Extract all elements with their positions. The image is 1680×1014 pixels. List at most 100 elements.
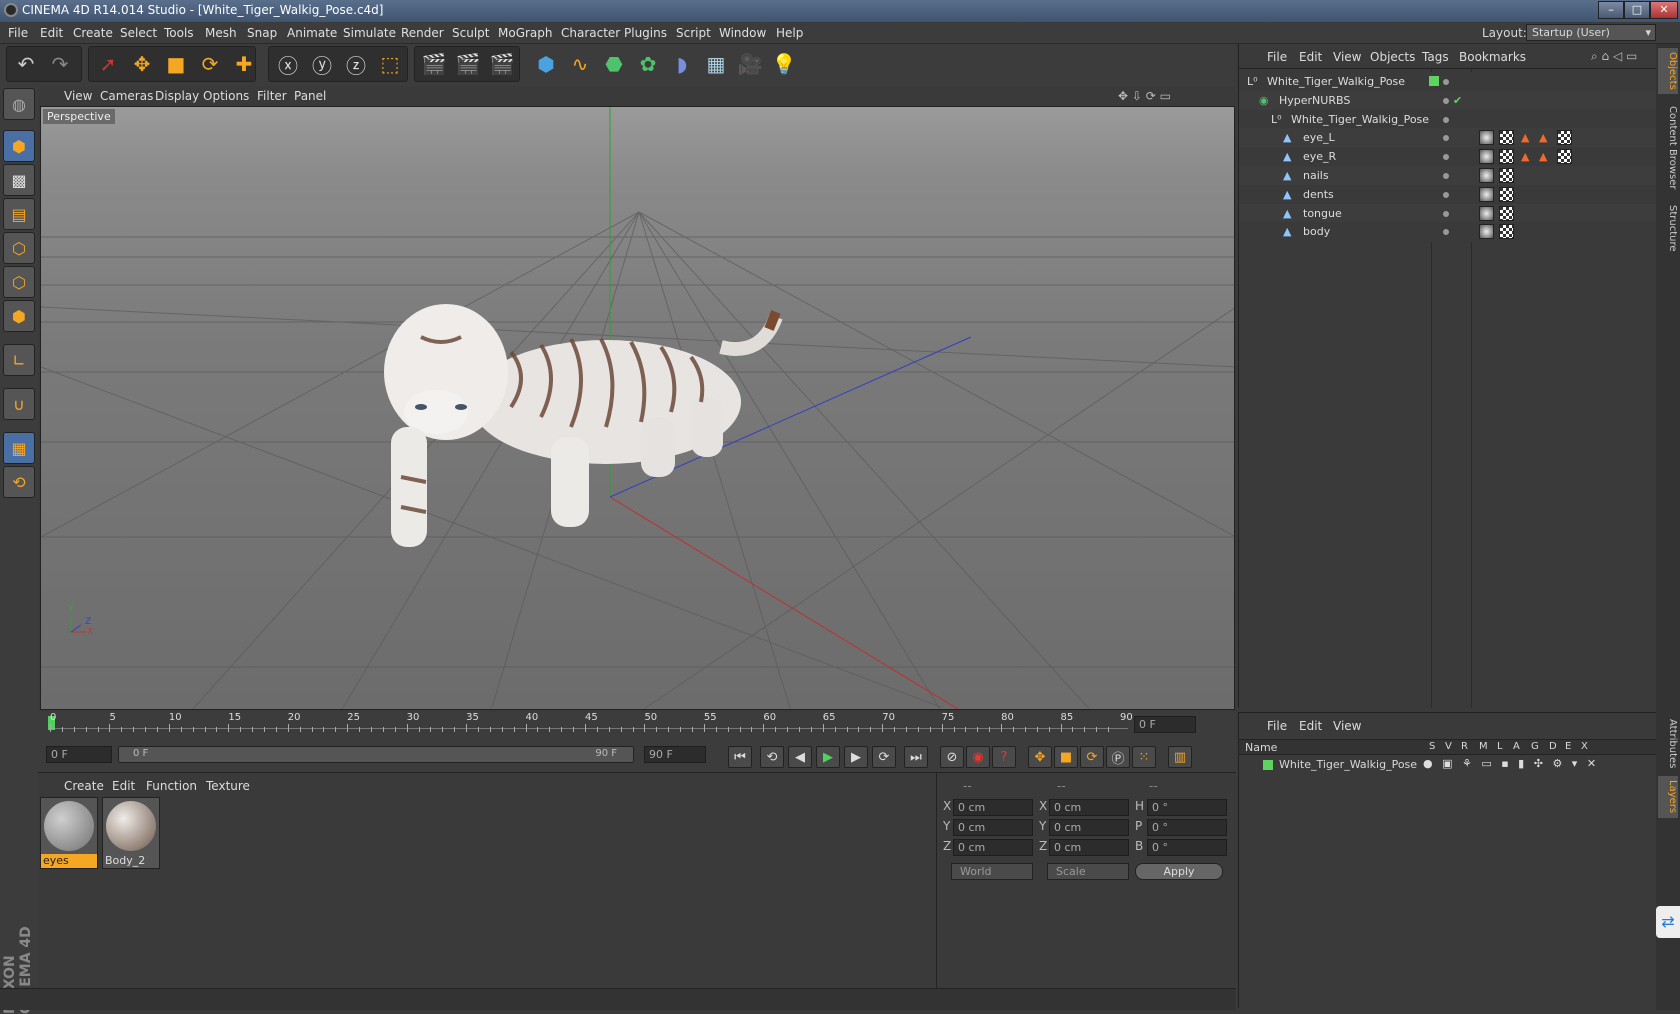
visibility-dot[interactable] <box>1443 173 1449 179</box>
object-menu-tags[interactable]: Tags <box>1422 50 1449 64</box>
record-keys-icon[interactable]: ⊘ <box>940 746 964 768</box>
apply-button[interactable]: Apply <box>1135 863 1223 880</box>
object-row[interactable]: ▲ dents <box>1239 184 1657 205</box>
menu-tools[interactable]: Tools <box>164 26 194 40</box>
menu-snap[interactable]: Snap <box>247 26 277 40</box>
layer-row[interactable]: White_Tiger_Walkig_Pose ● ▣ ⚘ ▭ ▪ ▮ ✣ ⚙ … <box>1239 757 1657 773</box>
layer-menu-edit[interactable]: Edit <box>1299 719 1322 733</box>
visibility-dot[interactable] <box>1443 135 1449 142</box>
visibility-dot[interactable] <box>1443 116 1449 123</box>
material-menu-create[interactable]: Create <box>64 779 104 793</box>
key-pla-icon[interactable]: ⁙ <box>1132 746 1156 768</box>
recent-tool-icon[interactable]: ✚ <box>228 48 260 80</box>
key-position-icon[interactable]: ✥ <box>1028 746 1052 768</box>
menu-mesh[interactable]: Mesh <box>205 26 237 40</box>
texture-tag-icon[interactable] <box>1479 168 1494 183</box>
texture-tag-icon[interactable] <box>1479 205 1494 221</box>
position-z-field[interactable]: 0 cm <box>953 839 1033 856</box>
layer-menu-file[interactable]: File <box>1267 719 1287 733</box>
object-row[interactable]: ▲ tongue <box>1239 203 1657 224</box>
menu-simulate[interactable]: Simulate <box>343 26 396 40</box>
position-x-field[interactable]: 0 cm <box>953 799 1033 816</box>
move-icon[interactable]: ✥ <box>126 48 158 80</box>
object-row[interactable]: ▲ body <box>1239 222 1657 243</box>
scale-icon[interactable]: ■ <box>160 48 192 80</box>
z-axis-lock-icon[interactable]: ⓩ <box>340 48 372 80</box>
menu-animate[interactable]: Animate <box>287 26 337 40</box>
object-menu-bookmarks[interactable]: Bookmarks <box>1459 50 1526 64</box>
menu-sculpt[interactable]: Sculpt <box>452 26 489 40</box>
coordinate-system-icon[interactable]: ⬚ <box>374 48 406 80</box>
size-z-field[interactable]: 0 cm <box>1049 839 1129 856</box>
object-row[interactable]: ◉ HyperNURBS ✔ <box>1239 90 1657 111</box>
uvw-tag-icon[interactable] <box>1499 168 1514 183</box>
visibility-dot[interactable] <box>1443 210 1449 217</box>
minimize-button[interactable]: – <box>1598 1 1624 19</box>
uvw-tag-icon[interactable] <box>1499 186 1514 202</box>
selection-tag-icon[interactable]: ▲ <box>1539 128 1547 148</box>
texture-tag-icon[interactable] <box>1479 130 1494 146</box>
keyframe-selection-icon[interactable]: ? <box>992 746 1016 768</box>
visibility-dot[interactable] <box>1443 191 1449 198</box>
polygons-mode-icon[interactable]: ⬢ <box>3 300 35 332</box>
make-editable-icon[interactable]: ◍ <box>3 88 35 120</box>
teamviewer-icon[interactable]: ⇄ <box>1656 906 1680 938</box>
material-swatch-eyes[interactable]: eyes <box>40 797 98 869</box>
object-row[interactable]: ▲ nails <box>1239 166 1657 186</box>
next-frame-icon[interactable]: ▶ <box>844 746 868 768</box>
render-view-icon[interactable]: 🎬 <box>418 48 450 80</box>
object-row[interactable]: L⁰ White_Tiger_Walkig_Pose <box>1239 72 1657 92</box>
selection-tag-icon[interactable]: ▲ <box>1539 147 1547 167</box>
start-frame-field[interactable]: 0 F <box>46 746 112 763</box>
size-y-field[interactable]: 0 cm <box>1049 819 1129 836</box>
frame-range-slider[interactable]: 0 F 90 F <box>118 746 634 763</box>
viewport-menu-view[interactable]: View <box>64 89 92 103</box>
timeline-ruler[interactable]: 0 5 10 15 20 25 30 35 40 45 50 55 60 65 70 75 80 85 90 0 F <box>38 712 1236 740</box>
material-menu-function[interactable]: Function <box>146 779 197 793</box>
tab-objects[interactable]: Objects <box>1658 48 1678 94</box>
object-search-icon[interactable]: ⌕ ⌂ ◁ ▭ <box>1591 49 1637 64</box>
viewport-menu-display[interactable]: Display <box>155 89 199 103</box>
layer-flag-icons[interactable]: ● ▣ ⚘ ▭ ▪ ▮ ✣ ⚙ ▾ ✕ <box>1423 757 1599 770</box>
live-select-icon[interactable]: ➚ <box>92 48 124 80</box>
viewport-menu-filter[interactable]: Filter <box>257 89 287 103</box>
material-menu-texture[interactable]: Texture <box>206 779 250 793</box>
rotation-h-field[interactable]: 0 ° <box>1147 799 1227 816</box>
material-swatch-body[interactable]: Body_2 <box>102 797 160 869</box>
object-row[interactable]: ▲ eye_R ▲ ▲ <box>1239 147 1657 168</box>
material-menu-edit[interactable]: Edit <box>112 779 135 793</box>
texture-tag-icon[interactable] <box>1479 149 1494 165</box>
object-menu-objects[interactable]: Objects <box>1370 50 1415 64</box>
texture-tag-icon[interactable] <box>1479 224 1494 240</box>
autokey-icon[interactable]: ◉ <box>966 746 990 768</box>
lock-workplane-icon[interactable]: ⟲ <box>3 466 35 498</box>
axis-mode-icon[interactable]: ∟ <box>3 344 35 376</box>
coordinate-system-select[interactable]: World <box>951 863 1033 880</box>
layer-menu-view[interactable]: View <box>1333 719 1361 733</box>
layer-color-swatch[interactable] <box>1263 760 1273 770</box>
object-menu-view[interactable]: View <box>1333 50 1361 64</box>
enabled-check-icon[interactable]: ✔ <box>1453 91 1462 111</box>
menu-file[interactable]: File <box>8 26 28 40</box>
viewport-menu-cameras[interactable]: Cameras <box>100 89 153 103</box>
viewport-menu-panel[interactable]: Panel <box>294 89 326 103</box>
y-axis-lock-icon[interactable]: ⓨ <box>306 48 338 80</box>
previous-key-icon[interactable]: ⟲ <box>760 746 784 768</box>
close-button[interactable]: ✕ <box>1650 1 1678 19</box>
undo-icon[interactable]: ↶ <box>10 48 42 80</box>
object-row[interactable]: L⁰ White_Tiger_Walkig_Pose <box>1239 109 1657 130</box>
tab-content-browser[interactable]: Content Browser <box>1658 100 1678 196</box>
selection-tag-icon[interactable]: ▲ <box>1521 128 1529 148</box>
viewport-menu-options[interactable]: Options <box>203 89 249 103</box>
texture-mode-icon[interactable]: ▩ <box>3 164 35 196</box>
scene-floor-icon[interactable]: ▦ <box>700 48 732 80</box>
object-menu-file[interactable]: File <box>1267 50 1287 64</box>
next-key-icon[interactable]: ⟳ <box>872 746 896 768</box>
uvw-tag-icon[interactable] <box>1557 130 1572 146</box>
tab-structure[interactable]: Structure <box>1658 200 1678 256</box>
go-to-end-icon[interactable]: ⏭ <box>904 746 928 768</box>
position-y-field[interactable]: 0 cm <box>953 819 1033 836</box>
menu-select[interactable]: Select <box>120 26 157 40</box>
3d-viewport[interactable]: Perspective Y X Z <box>40 106 1235 710</box>
end-frame-field[interactable]: 90 F <box>644 746 706 763</box>
